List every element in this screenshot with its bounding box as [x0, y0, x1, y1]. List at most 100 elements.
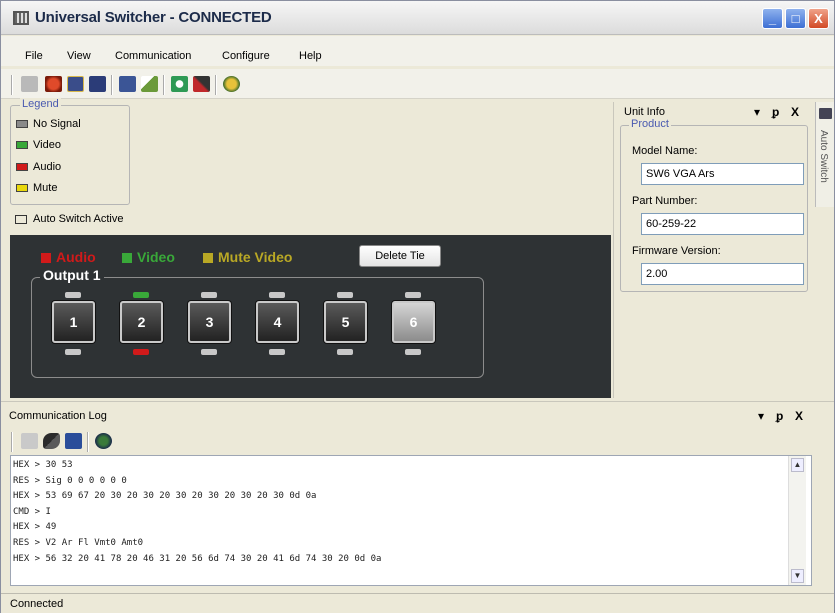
- output-4-top-led: [269, 292, 285, 298]
- connect-icon[interactable]: [45, 76, 62, 92]
- clear-icon[interactable]: [43, 433, 60, 449]
- log-line: HEX > 53 69 67 20 30 20 30 20 30 20 30 2…: [13, 491, 317, 502]
- comm-log-close-icon[interactable]: X: [795, 409, 803, 423]
- log-line: CMD > I: [13, 506, 51, 517]
- output-title: Output 1: [40, 267, 104, 283]
- log-scrollbar[interactable]: ▲ ▼: [788, 456, 806, 585]
- status-bar: Connected: [1, 593, 834, 613]
- output-button-4[interactable]: 4: [256, 301, 299, 343]
- delete-tie-button[interactable]: Delete Tie: [359, 245, 441, 267]
- product-group: Product Model Name: SW6 VGA Ars Part Num…: [620, 118, 808, 292]
- refresh-icon[interactable]: [171, 76, 188, 92]
- unit-info-menu-icon[interactable]: ▾: [754, 105, 760, 119]
- title-bar[interactable]: Universal Switcher - CONNECTED _ □ X: [1, 1, 834, 35]
- status-text: Connected: [10, 598, 64, 610]
- maximize-button[interactable]: □: [785, 8, 806, 29]
- copy-icon[interactable]: [21, 433, 38, 449]
- output-button-2[interactable]: 2: [120, 301, 163, 343]
- output-5-bottom-led: [337, 349, 353, 355]
- part-number-field[interactable]: 60-259-22: [641, 213, 804, 235]
- auto-switch-icon: [15, 214, 27, 224]
- output-5-top-led: [337, 292, 353, 298]
- toolbar-grip: [11, 75, 13, 95]
- mute-video-toggle[interactable]: Mute Video: [203, 249, 292, 265]
- legend-item-video: Video: [16, 139, 61, 151]
- auto-switch-status: Auto Switch Active: [15, 213, 124, 225]
- comm-log-title: Communication Log: [9, 410, 107, 422]
- audio-tie-toggle[interactable]: Audio: [41, 249, 96, 265]
- firmware-version-field[interactable]: 2.00: [641, 263, 804, 285]
- output-2-top-led: [133, 292, 149, 298]
- mute-tie-square: [203, 253, 213, 263]
- no-signal-swatch: [16, 120, 28, 129]
- scroll-up-icon[interactable]: ▲: [791, 458, 804, 472]
- product-title: Product: [629, 118, 671, 130]
- disconnect-icon[interactable]: [21, 76, 38, 92]
- app-icon: [13, 11, 29, 25]
- menu-help[interactable]: Help: [299, 50, 322, 62]
- save-icon[interactable]: [65, 433, 82, 449]
- audio-tie-square: [41, 253, 51, 263]
- comm-log-toolbar: [1, 426, 834, 453]
- video-swatch: [16, 141, 28, 150]
- window-title: Universal Switcher - CONNECTED: [35, 9, 272, 26]
- scroll-down-icon[interactable]: ▼: [791, 569, 804, 583]
- output-1-bottom-led: [65, 349, 81, 355]
- mute-swatch: [16, 184, 28, 193]
- log-line: HEX > 56 32 20 41 78 20 46 31 20 56 6d 7…: [13, 553, 382, 564]
- communication-log-panel: Communication Log ▾ ᵱ X HEX > 30 53 RES >…: [1, 401, 834, 591]
- main-toolbar: [1, 69, 834, 99]
- part-number-label: Part Number:: [632, 195, 698, 207]
- log-line: HEX > 30 53: [13, 460, 73, 470]
- output-4-bottom-led: [269, 349, 285, 355]
- output-button-5[interactable]: 5: [324, 301, 367, 343]
- firmware-version-label: Firmware Version:: [632, 245, 721, 257]
- unit-info-close-icon[interactable]: X: [791, 105, 799, 119]
- menu-communication[interactable]: Communication: [115, 50, 191, 62]
- output-3-top-led: [201, 292, 217, 298]
- menu-configure[interactable]: Configure: [222, 50, 270, 62]
- comm-log-pin-icon[interactable]: ᵱ: [776, 409, 783, 423]
- legend-item-mute: Mute: [16, 182, 57, 194]
- comm-log-text-area[interactable]: HEX > 30 53 RES > Sig 0 0 0 0 0 0 HEX > 53…: [10, 455, 812, 586]
- output-2-bottom-led: [133, 349, 149, 355]
- comm-log-menu-icon[interactable]: ▾: [758, 409, 764, 423]
- model-name-label: Model Name:: [632, 145, 698, 157]
- legend-title: Legend: [20, 98, 61, 110]
- output-button-6[interactable]: 6: [392, 301, 435, 343]
- output-button-3[interactable]: 3: [188, 301, 231, 343]
- help-icon[interactable]: [223, 76, 240, 92]
- menu-view[interactable]: View: [67, 50, 91, 62]
- legend-item-no-signal: No Signal: [16, 118, 81, 130]
- display-icon[interactable]: [119, 76, 136, 92]
- view-list-icon[interactable]: [89, 76, 106, 92]
- tools-icon[interactable]: [193, 76, 210, 92]
- minimize-button[interactable]: _: [762, 8, 783, 29]
- computer-icon: [819, 108, 832, 119]
- view-matrix-icon[interactable]: [67, 76, 84, 92]
- close-button[interactable]: X: [808, 8, 829, 29]
- audio-swatch: [16, 163, 28, 172]
- output-6-bottom-led: [405, 349, 421, 355]
- model-name-field[interactable]: SW6 VGA Ars: [641, 163, 804, 185]
- log-line: RES > Sig 0 0 0 0 0 0: [13, 475, 127, 486]
- tie-panel: Audio Video Mute Video Delete Tie Output…: [10, 235, 611, 398]
- log-line: HEX > 49: [13, 522, 57, 533]
- video-tie-square: [122, 253, 132, 263]
- globe-icon[interactable]: [95, 433, 112, 449]
- side-tab-label: Auto Switch: [818, 130, 829, 183]
- legend-group: Legend No Signal Video Audio Mute: [10, 98, 130, 205]
- output-6-top-led: [405, 292, 421, 298]
- log-line: RES > V2 Ar Fl Vmt0 Amt0: [13, 538, 144, 548]
- output-button-1[interactable]: 1: [52, 301, 95, 343]
- video-tie-toggle[interactable]: Video: [122, 249, 175, 265]
- application-window: Universal Switcher - CONNECTED _ □ X Fil…: [0, 0, 835, 613]
- menu-bar: File View Communication Configure Help: [1, 36, 834, 66]
- output-1-top-led: [65, 292, 81, 298]
- legend-item-audio: Audio: [16, 161, 61, 173]
- auto-switch-side-tab[interactable]: Auto Switch: [815, 102, 834, 207]
- edit-icon[interactable]: [141, 76, 158, 92]
- menu-file[interactable]: File: [25, 50, 43, 62]
- unit-info-pin-icon[interactable]: ᵱ: [772, 105, 779, 119]
- unit-info-title: Unit Info: [624, 106, 665, 118]
